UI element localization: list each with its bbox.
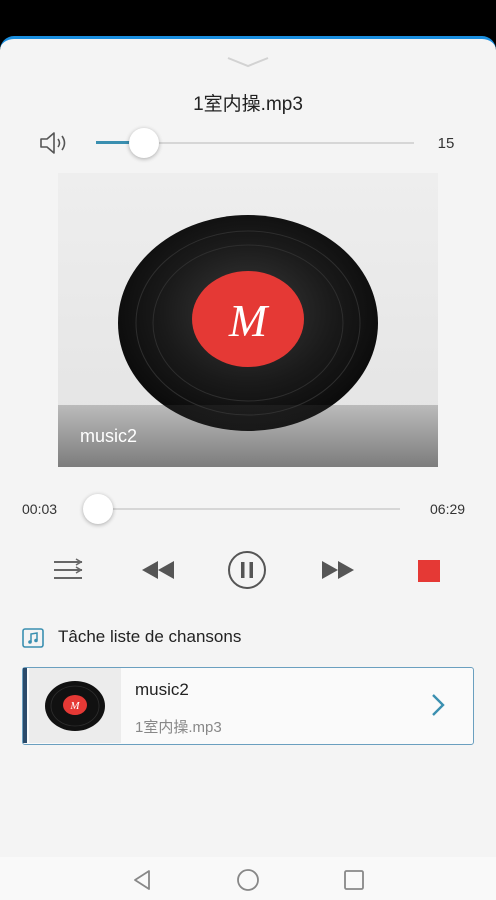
song-thumbnail: M <box>29 668 121 743</box>
disc-letter: M <box>228 295 270 346</box>
circle-home-icon[interactable] <box>235 867 261 893</box>
fast-forward-icon[interactable] <box>320 559 356 581</box>
navigation-bar <box>0 857 496 900</box>
volume-knob[interactable] <box>128 128 159 158</box>
thumb-letter: M <box>69 700 80 712</box>
total-time: 06:29 <box>430 501 466 517</box>
pause-icon[interactable] <box>227 550 267 590</box>
speaker-icon[interactable] <box>38 129 72 157</box>
song-file: 1室内操.mp3 <box>135 719 222 736</box>
list-item[interactable]: M music2 1室内操.mp3 <box>22 667 474 745</box>
current-time: 00:03 <box>22 501 58 517</box>
chevron-right-icon[interactable] <box>423 690 453 720</box>
selected-indicator <box>23 668 27 743</box>
list-icon[interactable] <box>52 558 84 582</box>
player-sheet: 1室内操.mp3 15 M music2 00:03 06:29 Tâche l… <box>0 36 496 900</box>
album-cover: M music2 <box>58 173 438 467</box>
playlist-title: Tâche liste de chansons <box>58 627 242 646</box>
song-name: music2 <box>135 680 189 699</box>
square-recent-icon[interactable] <box>341 867 367 893</box>
track-title: 1室内操.mp3 <box>193 94 303 115</box>
music-note-icon <box>22 628 44 648</box>
vinyl-thumb: M <box>45 681 105 731</box>
status-bar <box>0 0 496 36</box>
volume-value: 15 <box>437 135 455 152</box>
triangle-back-icon[interactable] <box>129 867 155 893</box>
collapse-chevron-icon[interactable] <box>224 55 272 69</box>
progress-knob[interactable] <box>83 494 114 524</box>
stop-icon[interactable] <box>417 559 441 583</box>
rewind-icon[interactable] <box>140 559 176 581</box>
cover-label: music2 <box>80 426 138 446</box>
progress-track <box>96 508 400 510</box>
